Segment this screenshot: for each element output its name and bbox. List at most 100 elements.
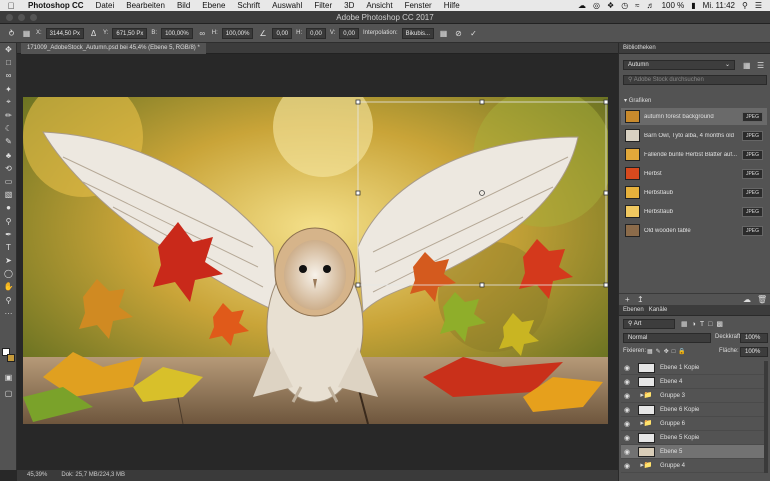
hand-tool-icon[interactable]: ✋ [0,280,17,293]
grid-view-icon[interactable]: ▦ [743,61,751,70]
document-size[interactable]: Dok: 25,7 MB/224,3 MB [61,470,125,481]
gradient-tool-icon[interactable]: ▧ [0,188,17,201]
commit-transform-icon[interactable]: ✓ [468,28,479,39]
layers-scrollbar[interactable] [764,361,768,473]
tab-channels[interactable]: Kanäle [649,307,668,313]
menu-hilfe[interactable]: Hilfe [438,1,466,10]
library-item[interactable]: Herbstlaub JPEG [621,184,767,201]
menu-filter[interactable]: Filter [308,1,338,10]
angle-field[interactable]: 0,00 [272,27,293,39]
dodge-tool-icon[interactable]: ⚲ [0,214,17,227]
apple-icon[interactable]:  [0,1,22,11]
layer-row[interactable]: ◉ Ebene 5 Kopie [621,431,766,445]
layer-filter-select[interactable]: ⚲ Art [623,319,675,329]
eye-icon[interactable]: ◉ [621,434,633,442]
library-select[interactable]: Autumn ⌄ [623,60,735,70]
cloud-icon[interactable]: ☁ [578,1,586,10]
eye-icon[interactable]: ◉ [621,406,633,414]
menu-fenster[interactable]: Fenster [399,1,438,10]
zoom-tool-icon[interactable]: ⚲ [0,294,17,307]
library-item[interactable]: Herbst JPEG [621,165,767,182]
background-color-swatch[interactable] [7,354,15,362]
eraser-tool-icon[interactable]: ▭ [0,175,17,188]
path-selection-tool-icon[interactable]: ➤ [0,254,17,267]
reference-point-icon[interactable]: ▦ [21,28,32,39]
libraries-tab[interactable]: Bibliotheken [623,45,656,51]
spotlight-icon[interactable]: ⚲ [742,1,748,10]
layer-row[interactable]: ◉ Ebene 6 Kopie [621,403,766,417]
quick-selection-tool-icon[interactable]: ✦ [0,83,17,96]
eye-icon[interactable]: ◉ [621,364,633,372]
lock-icons[interactable]: ▦✎✥□🔒 [647,348,689,355]
eye-icon[interactable]: ◉ [621,378,633,386]
creative-cloud-icon[interactable]: ◎ [593,1,600,10]
menu-app[interactable]: Photoshop CC [22,1,90,10]
height-field[interactable]: 100,00% [221,27,254,39]
zoom-window-button[interactable] [30,14,37,21]
library-item[interactable]: Fallende bunte Herbst Blätter auf... JPE… [621,146,767,163]
minimize-window-button[interactable] [18,14,25,21]
list-view-icon[interactable]: ☰ [757,61,764,70]
library-item[interactable]: Barn Owl, Tyto alba, 4 months old JPEG [621,127,767,144]
layer-row[interactable]: ◉ ▸📁 Gruppe 4 [621,459,766,473]
layer-filter-icons[interactable]: ▦◑T□▩ [681,320,727,328]
time-machine-icon[interactable]: ◷ [621,1,628,10]
battery-percent[interactable]: 100 % [662,1,685,10]
layer-row[interactable]: ◉ ▸📁 Gruppe 3 [621,389,766,403]
volume-icon[interactable]: ♬ [647,1,655,10]
more-tools-icon[interactable]: ··· [0,307,17,320]
document-work-area[interactable] [17,54,618,470]
cloud-sync-icon[interactable]: ☁ [743,295,751,304]
blend-mode-select[interactable]: Normal [623,333,711,343]
crop-tool-icon[interactable]: ⌖ [0,96,17,109]
healing-brush-tool-icon[interactable]: ☾ [0,122,17,135]
menu-schrift[interactable]: Schrift [231,1,266,10]
add-content-icon[interactable]: + [625,295,630,304]
trash-icon[interactable]: 🗑 [757,295,767,304]
dropbox-icon[interactable]: ❖ [607,1,614,10]
fill-field[interactable]: 100% [740,347,768,357]
layer-row[interactable]: ◉ Ebene 4 [621,375,766,389]
zoom-level[interactable]: 45,39% [27,470,47,481]
lasso-tool-icon[interactable]: ∞ [0,69,17,82]
vskew-field[interactable]: 0,00 [339,27,359,39]
x-field[interactable]: 3144,50 Px [45,27,85,39]
menu-ansicht[interactable]: Ansicht [360,1,398,10]
shape-tool-icon[interactable]: ◯ [0,267,17,280]
document-tab[interactable]: 171009_AdobeStock_Autumn.psd bei 45,4% (… [21,43,206,54]
transform-tool-icon[interactable]: ⥁ [6,28,17,39]
move-tool-icon[interactable]: ✥ [0,43,17,56]
close-window-button[interactable] [6,14,13,21]
layer-row-selected[interactable]: ◉ Ebene 5 [621,445,766,459]
brush-tool-icon[interactable]: ✎ [0,135,17,148]
eye-icon[interactable]: ◉ [621,448,633,456]
menu-bearbeiten[interactable]: Bearbeiten [120,1,171,10]
clock[interactable]: Mi. 11:42 [703,1,735,10]
notification-center-icon[interactable]: ☰ [755,1,762,10]
blur-tool-icon[interactable]: ● [0,201,17,214]
screen-mode-icon[interactable]: ▢ [0,387,17,400]
upload-icon[interactable]: ↥ [637,295,644,304]
library-item[interactable]: autumn forest background JPEG [621,108,767,125]
stock-search-input[interactable]: ⚲ Adobe Stock durchsuchen [623,75,767,85]
hskew-field[interactable]: 0,00 [306,27,326,39]
quick-mask-icon[interactable]: ▣ [0,371,17,384]
y-field[interactable]: 671,50 Px [112,27,148,39]
tab-layers[interactable]: Ebenen [623,307,644,313]
eye-icon[interactable]: ◉ [621,392,633,400]
menu-3d[interactable]: 3D [338,1,360,10]
width-field[interactable]: 100,00% [161,27,193,39]
warp-icon[interactable]: ▦ [438,28,449,39]
eye-icon[interactable]: ◉ [621,420,633,428]
library-item[interactable]: Herbstlaub JPEG [621,203,767,220]
wifi-icon[interactable]: ≈ [635,1,639,10]
menu-bild[interactable]: Bild [171,1,196,10]
link-icon[interactable]: ∞ [197,28,208,39]
pen-tool-icon[interactable]: ✒ [0,228,17,241]
interpolation-select[interactable]: Bikubis... [401,27,435,39]
eyedropper-tool-icon[interactable]: ✏ [0,109,17,122]
history-brush-tool-icon[interactable]: ⟲ [0,162,17,175]
library-item[interactable]: Old wooden table JPEG [621,222,767,239]
cancel-transform-icon[interactable]: ⊘ [453,28,464,39]
menu-auswahl[interactable]: Auswahl [266,1,308,10]
